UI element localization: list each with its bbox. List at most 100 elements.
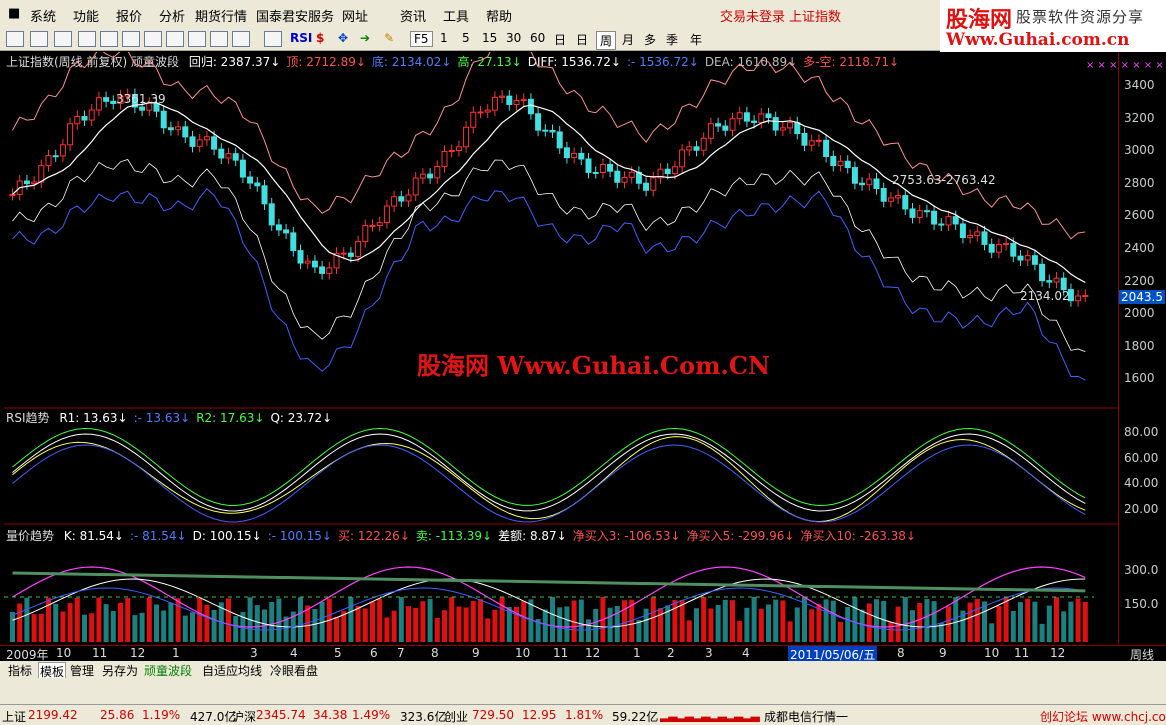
price-axis-tick: 3200 bbox=[1124, 110, 1155, 125]
menu-futures[interactable]: 期货行情 bbox=[195, 6, 247, 25]
sh-pct: 1.19% bbox=[142, 708, 181, 722]
table-icon[interactable] bbox=[30, 31, 48, 47]
cy-change: 12.95 bbox=[522, 708, 557, 722]
tab-area bbox=[0, 678, 1166, 704]
news-ticker[interactable]: 成都电信行情一 bbox=[764, 708, 848, 725]
period-day[interactable]: 日 bbox=[554, 31, 566, 48]
period-daily[interactable]: 日 bbox=[576, 31, 588, 48]
period-multi[interactable]: 多 bbox=[644, 31, 656, 48]
cy-pct: 1.81% bbox=[565, 708, 604, 722]
hs-label: 沪深 bbox=[232, 710, 257, 724]
sh-value: 2199.42 bbox=[28, 708, 78, 722]
menu-url[interactable]: 网址 bbox=[342, 6, 368, 25]
menu-service[interactable]: 国泰君安服务 bbox=[256, 6, 334, 25]
sh-change: 25.86 bbox=[100, 708, 135, 722]
price-axis-tick: 3400 bbox=[1124, 78, 1155, 92]
rsi-axis-tick: 80.00 bbox=[1124, 425, 1159, 439]
watermark: 股海网 Www.Guhai.Com.CN bbox=[417, 351, 770, 380]
date-label: 12 bbox=[130, 646, 146, 660]
tab-manage[interactable]: 管理 bbox=[70, 662, 94, 679]
hs-amount: 323.6亿 bbox=[400, 710, 447, 724]
dollar-icon[interactable]: $ bbox=[316, 31, 324, 45]
menu-help[interactable]: 帮助 bbox=[486, 6, 512, 25]
date-label: 10 bbox=[984, 646, 1000, 660]
menu-analysis[interactable]: 分析 bbox=[159, 6, 185, 25]
candle-icon[interactable] bbox=[78, 31, 96, 47]
price-chart bbox=[9, 52, 1089, 381]
grid-icon[interactable] bbox=[6, 31, 24, 47]
zoom-icon[interactable] bbox=[232, 31, 250, 47]
hs-change: 34.38 bbox=[313, 708, 348, 722]
period-30min[interactable]: 30 bbox=[506, 31, 521, 45]
menu-quote[interactable]: 报价 bbox=[116, 6, 142, 25]
app-icon[interactable]: ■ bbox=[8, 6, 20, 21]
site-credit: 创幻论坛 www.chcj.com bbox=[1040, 710, 1166, 724]
bar-indicator-icon: ▂▃▂▃▂▃▂▃▂▃▂▃ bbox=[660, 708, 760, 722]
price-axis-tick: 1800 bbox=[1124, 338, 1155, 353]
rsi-axis-tick: 40.00 bbox=[1124, 476, 1159, 490]
price-axis-tick: 3000 bbox=[1124, 143, 1155, 158]
rsi-axis-tick: 60.00 bbox=[1124, 450, 1159, 465]
cy-label: 创业 bbox=[444, 710, 469, 724]
period-15min[interactable]: 15 bbox=[482, 31, 497, 45]
period-60min[interactable]: 60 bbox=[530, 31, 545, 45]
wave-icon[interactable] bbox=[264, 31, 282, 47]
rsi-icon[interactable]: RSI bbox=[290, 31, 312, 45]
period-1min[interactable]: 1 bbox=[440, 31, 448, 45]
price-axis-tick: 2800 bbox=[1124, 175, 1155, 190]
tagline: 股票软件资源分享 bbox=[1016, 8, 1145, 26]
tab-watch[interactable]: 冷眼看盘 bbox=[270, 662, 318, 679]
toolbar: RSI $ ✥ ➔ ✎ F5 1 5 15 30 60 日 日 周 月 多 季 … bbox=[0, 28, 940, 51]
date-label: 4 bbox=[290, 646, 298, 660]
f14-icon[interactable] bbox=[188, 31, 206, 47]
price-axis-tick: 2600 bbox=[1124, 208, 1155, 223]
tab-wave[interactable]: 顽童波段 bbox=[144, 662, 192, 679]
period-5min[interactable]: 5 bbox=[462, 31, 470, 45]
f10-icon[interactable] bbox=[100, 31, 118, 47]
tab-adaptive-ma[interactable]: 自适应均线 bbox=[202, 662, 262, 679]
menu-function[interactable]: 功能 bbox=[73, 6, 99, 25]
price-axis-tick: 2000 bbox=[1124, 306, 1155, 321]
date-label: 1 bbox=[633, 646, 641, 660]
mid-annotation: 2753.63-2763.42 bbox=[892, 173, 996, 187]
menu-news[interactable]: 资讯 bbox=[400, 6, 426, 25]
date-label: 2009年 bbox=[6, 648, 49, 662]
volume-axis-tick: 300.0 bbox=[1124, 563, 1159, 577]
price-axis-tick: 2400 bbox=[1124, 241, 1155, 255]
f13-icon[interactable] bbox=[166, 31, 184, 47]
period-month[interactable]: 月 bbox=[622, 31, 634, 48]
tab-save-as[interactable]: 另存为 bbox=[102, 662, 138, 679]
date-label: 3 bbox=[250, 646, 258, 660]
menu-tools[interactable]: 工具 bbox=[443, 6, 469, 25]
rsi-axis-tick: 20.00 bbox=[1124, 501, 1159, 516]
date-label: 2 bbox=[667, 646, 675, 660]
menu-system[interactable]: 系统 bbox=[30, 6, 56, 25]
arrow-icon[interactable]: ➔ bbox=[360, 31, 370, 45]
date-label: 10 bbox=[56, 646, 72, 660]
period-quarter[interactable]: 季 bbox=[666, 31, 678, 48]
search-icon[interactable] bbox=[210, 31, 228, 47]
period-week[interactable]: 周 bbox=[596, 31, 617, 50]
date-label: 4 bbox=[742, 646, 750, 660]
period-f5[interactable]: F5 bbox=[410, 31, 433, 47]
date-label: 8 bbox=[897, 646, 905, 660]
price-axis-tick: 1600 bbox=[1124, 371, 1155, 386]
date-label: 9 bbox=[472, 646, 480, 660]
trade-status[interactable]: 交易未登录 bbox=[720, 6, 785, 25]
date-label: 7 bbox=[397, 646, 405, 660]
tab-indicator[interactable]: 指标 bbox=[8, 662, 32, 679]
status-bar: 上证 2199.42 25.86 1.19% 427.0亿 沪深 2345.74… bbox=[0, 704, 1166, 725]
date-label: 12 bbox=[585, 646, 601, 660]
move-icon[interactable]: ✥ bbox=[338, 31, 348, 45]
period-year[interactable]: 年 bbox=[690, 31, 702, 48]
logo-url: Www.Guhai.com.cn bbox=[946, 30, 1130, 50]
volume-axis-tick: 150.0 bbox=[1124, 597, 1159, 611]
current-price-label: 2043.5 bbox=[1119, 290, 1165, 304]
date-label: 6 bbox=[370, 646, 378, 660]
f11-icon[interactable] bbox=[122, 31, 140, 47]
line-chart-icon[interactable] bbox=[54, 31, 72, 47]
hs-value: 2345.74 bbox=[256, 708, 306, 722]
sh-label: 上证 bbox=[2, 710, 27, 724]
f12-icon[interactable] bbox=[144, 31, 162, 47]
pen-icon[interactable]: ✎ bbox=[384, 31, 394, 45]
